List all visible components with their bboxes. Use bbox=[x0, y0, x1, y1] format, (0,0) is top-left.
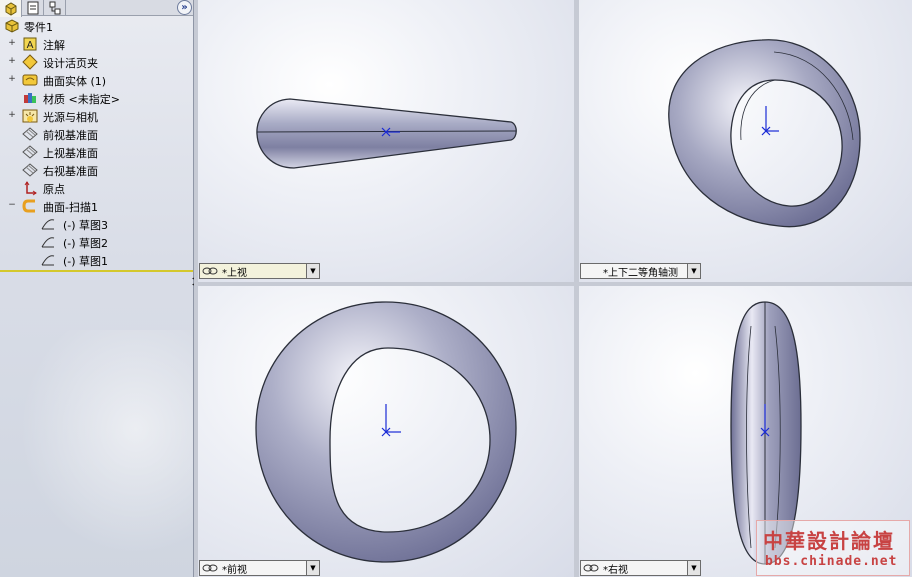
view-name-label: *右视 bbox=[603, 564, 628, 576]
tree-item-label: 上视基准面 bbox=[43, 147, 98, 160]
tree-item-surface-sweep[interactable]: − 曲面-扫描1 bbox=[0, 197, 193, 215]
material-icon bbox=[24, 93, 36, 103]
link-views-icon bbox=[200, 561, 220, 575]
view-selector-isometric[interactable]: *上下二等角轴测 ▼ bbox=[580, 263, 701, 279]
tree-item-sketch1[interactable]: (-) 草图1 bbox=[0, 251, 193, 269]
tree-item-lights-cameras[interactable]: + 光源与相机 bbox=[0, 107, 193, 125]
tree-item-sketch2[interactable]: (-) 草图2 bbox=[0, 233, 193, 251]
tree-item-origin[interactable]: 原点 bbox=[0, 179, 193, 197]
part-icon bbox=[5, 19, 19, 33]
feature-manager-panel: » 零件1 + A 注解 + 设计活页夹 + 曲面实体 (1) 材质 <未指定>… bbox=[0, 0, 194, 577]
tree-item-label: 前视基准面 bbox=[43, 129, 98, 142]
plane-icon bbox=[22, 127, 38, 141]
model-top-view bbox=[256, 98, 517, 169]
view-name-label: *上视 bbox=[222, 267, 247, 279]
sketch-icon bbox=[41, 219, 55, 230]
chevron-down-icon[interactable]: ▼ bbox=[306, 561, 319, 575]
tree-item-label: (-) 草图2 bbox=[63, 237, 109, 250]
tree-root-part[interactable]: 零件1 bbox=[0, 17, 193, 35]
view-name-label: *上下二等角轴测 bbox=[603, 267, 678, 279]
tree-item-front-plane[interactable]: 前视基准面 bbox=[0, 125, 193, 143]
sketch-icon bbox=[41, 237, 55, 248]
tree-item-label: (-) 草图1 bbox=[63, 255, 109, 268]
view-selector-top[interactable]: *上视 ▼ bbox=[199, 263, 320, 279]
model-front-view bbox=[255, 301, 517, 563]
expand-icon[interactable]: + bbox=[8, 39, 16, 48]
view-orientation-icon bbox=[581, 264, 601, 278]
tab-configuration-manager[interactable] bbox=[44, 0, 66, 16]
link-views-icon bbox=[200, 264, 220, 278]
chevron-down-icon[interactable]: ▼ bbox=[306, 264, 319, 278]
tree-item-label: 注解 bbox=[43, 39, 65, 52]
view-name-label: *前视 bbox=[222, 564, 247, 576]
surface-sweep-icon bbox=[22, 199, 35, 213]
plane-icon bbox=[22, 163, 38, 177]
tree-root-label: 零件1 bbox=[24, 21, 53, 34]
chevron-down-icon[interactable]: ▼ bbox=[687, 264, 700, 278]
watermark-url: bbs.chinade.net bbox=[765, 554, 898, 569]
tree-item-label: 曲面-扫描1 bbox=[43, 201, 98, 214]
tree-item-sketch3[interactable]: (-) 草图3 bbox=[0, 215, 193, 233]
collapse-icon[interactable]: − bbox=[8, 201, 16, 210]
rollback-bar[interactable] bbox=[0, 270, 193, 272]
expand-icon[interactable]: + bbox=[8, 111, 16, 120]
svg-text:A: A bbox=[27, 40, 34, 51]
tree-item-annotations[interactable]: + A 注解 bbox=[0, 35, 193, 53]
tree-item-material[interactable]: 材质 <未指定> bbox=[0, 89, 193, 107]
lights-camera-icon bbox=[22, 109, 38, 123]
manager-tab-bar: » bbox=[0, 0, 193, 17]
tree-item-label: 设计活页夹 bbox=[43, 57, 98, 70]
viewport-front[interactable]: *前视 ▼ bbox=[198, 286, 574, 577]
surface-body-icon bbox=[22, 74, 38, 86]
link-views-icon bbox=[581, 561, 601, 575]
property-manager-icon bbox=[27, 1, 38, 15]
watermark-title: 中華設計論壇 bbox=[763, 529, 895, 553]
tree-item-top-plane[interactable]: 上视基准面 bbox=[0, 143, 193, 161]
collapse-panel-button[interactable]: » bbox=[177, 0, 192, 15]
tab-feature-manager[interactable] bbox=[0, 0, 22, 17]
configuration-manager-icon bbox=[49, 1, 60, 15]
origin-axis-icon bbox=[761, 106, 779, 136]
design-binder-icon bbox=[22, 54, 38, 70]
panel-background-glow bbox=[0, 330, 193, 577]
tree-item-design-binder[interactable]: + 设计活页夹 bbox=[0, 53, 193, 71]
view-selector-front[interactable]: *前视 ▼ bbox=[199, 560, 320, 576]
forum-watermark: 中華設計論壇 bbs.chinade.net bbox=[756, 520, 910, 576]
tab-property-manager[interactable] bbox=[22, 0, 44, 16]
sketch-icon bbox=[41, 255, 55, 266]
tree-item-label: 右视基准面 bbox=[43, 165, 98, 178]
viewport-isometric[interactable]: *上下二等角轴测 ▼ bbox=[579, 0, 912, 282]
tree-item-label: 材质 <未指定> bbox=[43, 93, 120, 106]
origin-icon bbox=[24, 181, 37, 196]
plane-icon bbox=[22, 145, 38, 159]
tree-item-label: 光源与相机 bbox=[43, 111, 98, 124]
expand-icon[interactable]: + bbox=[8, 75, 16, 84]
feature-manager-icon bbox=[5, 1, 16, 16]
chevron-down-icon[interactable]: ▼ bbox=[687, 561, 700, 575]
tree-item-label: 原点 bbox=[43, 183, 65, 196]
model-isometric-view bbox=[668, 39, 861, 228]
annotation-icon: A bbox=[23, 37, 37, 51]
tree-item-label: (-) 草图3 bbox=[63, 219, 109, 232]
origin-axis-icon bbox=[381, 404, 401, 437]
viewport-top[interactable]: *上视 ▼ bbox=[198, 0, 574, 282]
view-selector-right[interactable]: *右视 ▼ bbox=[580, 560, 701, 576]
tree-item-right-plane[interactable]: 右视基准面 bbox=[0, 161, 193, 179]
tree-item-label: 曲面实体 (1) bbox=[43, 75, 107, 88]
expand-icon[interactable]: + bbox=[8, 57, 16, 66]
tree-item-surface-bodies[interactable]: + 曲面实体 (1) bbox=[0, 71, 193, 89]
